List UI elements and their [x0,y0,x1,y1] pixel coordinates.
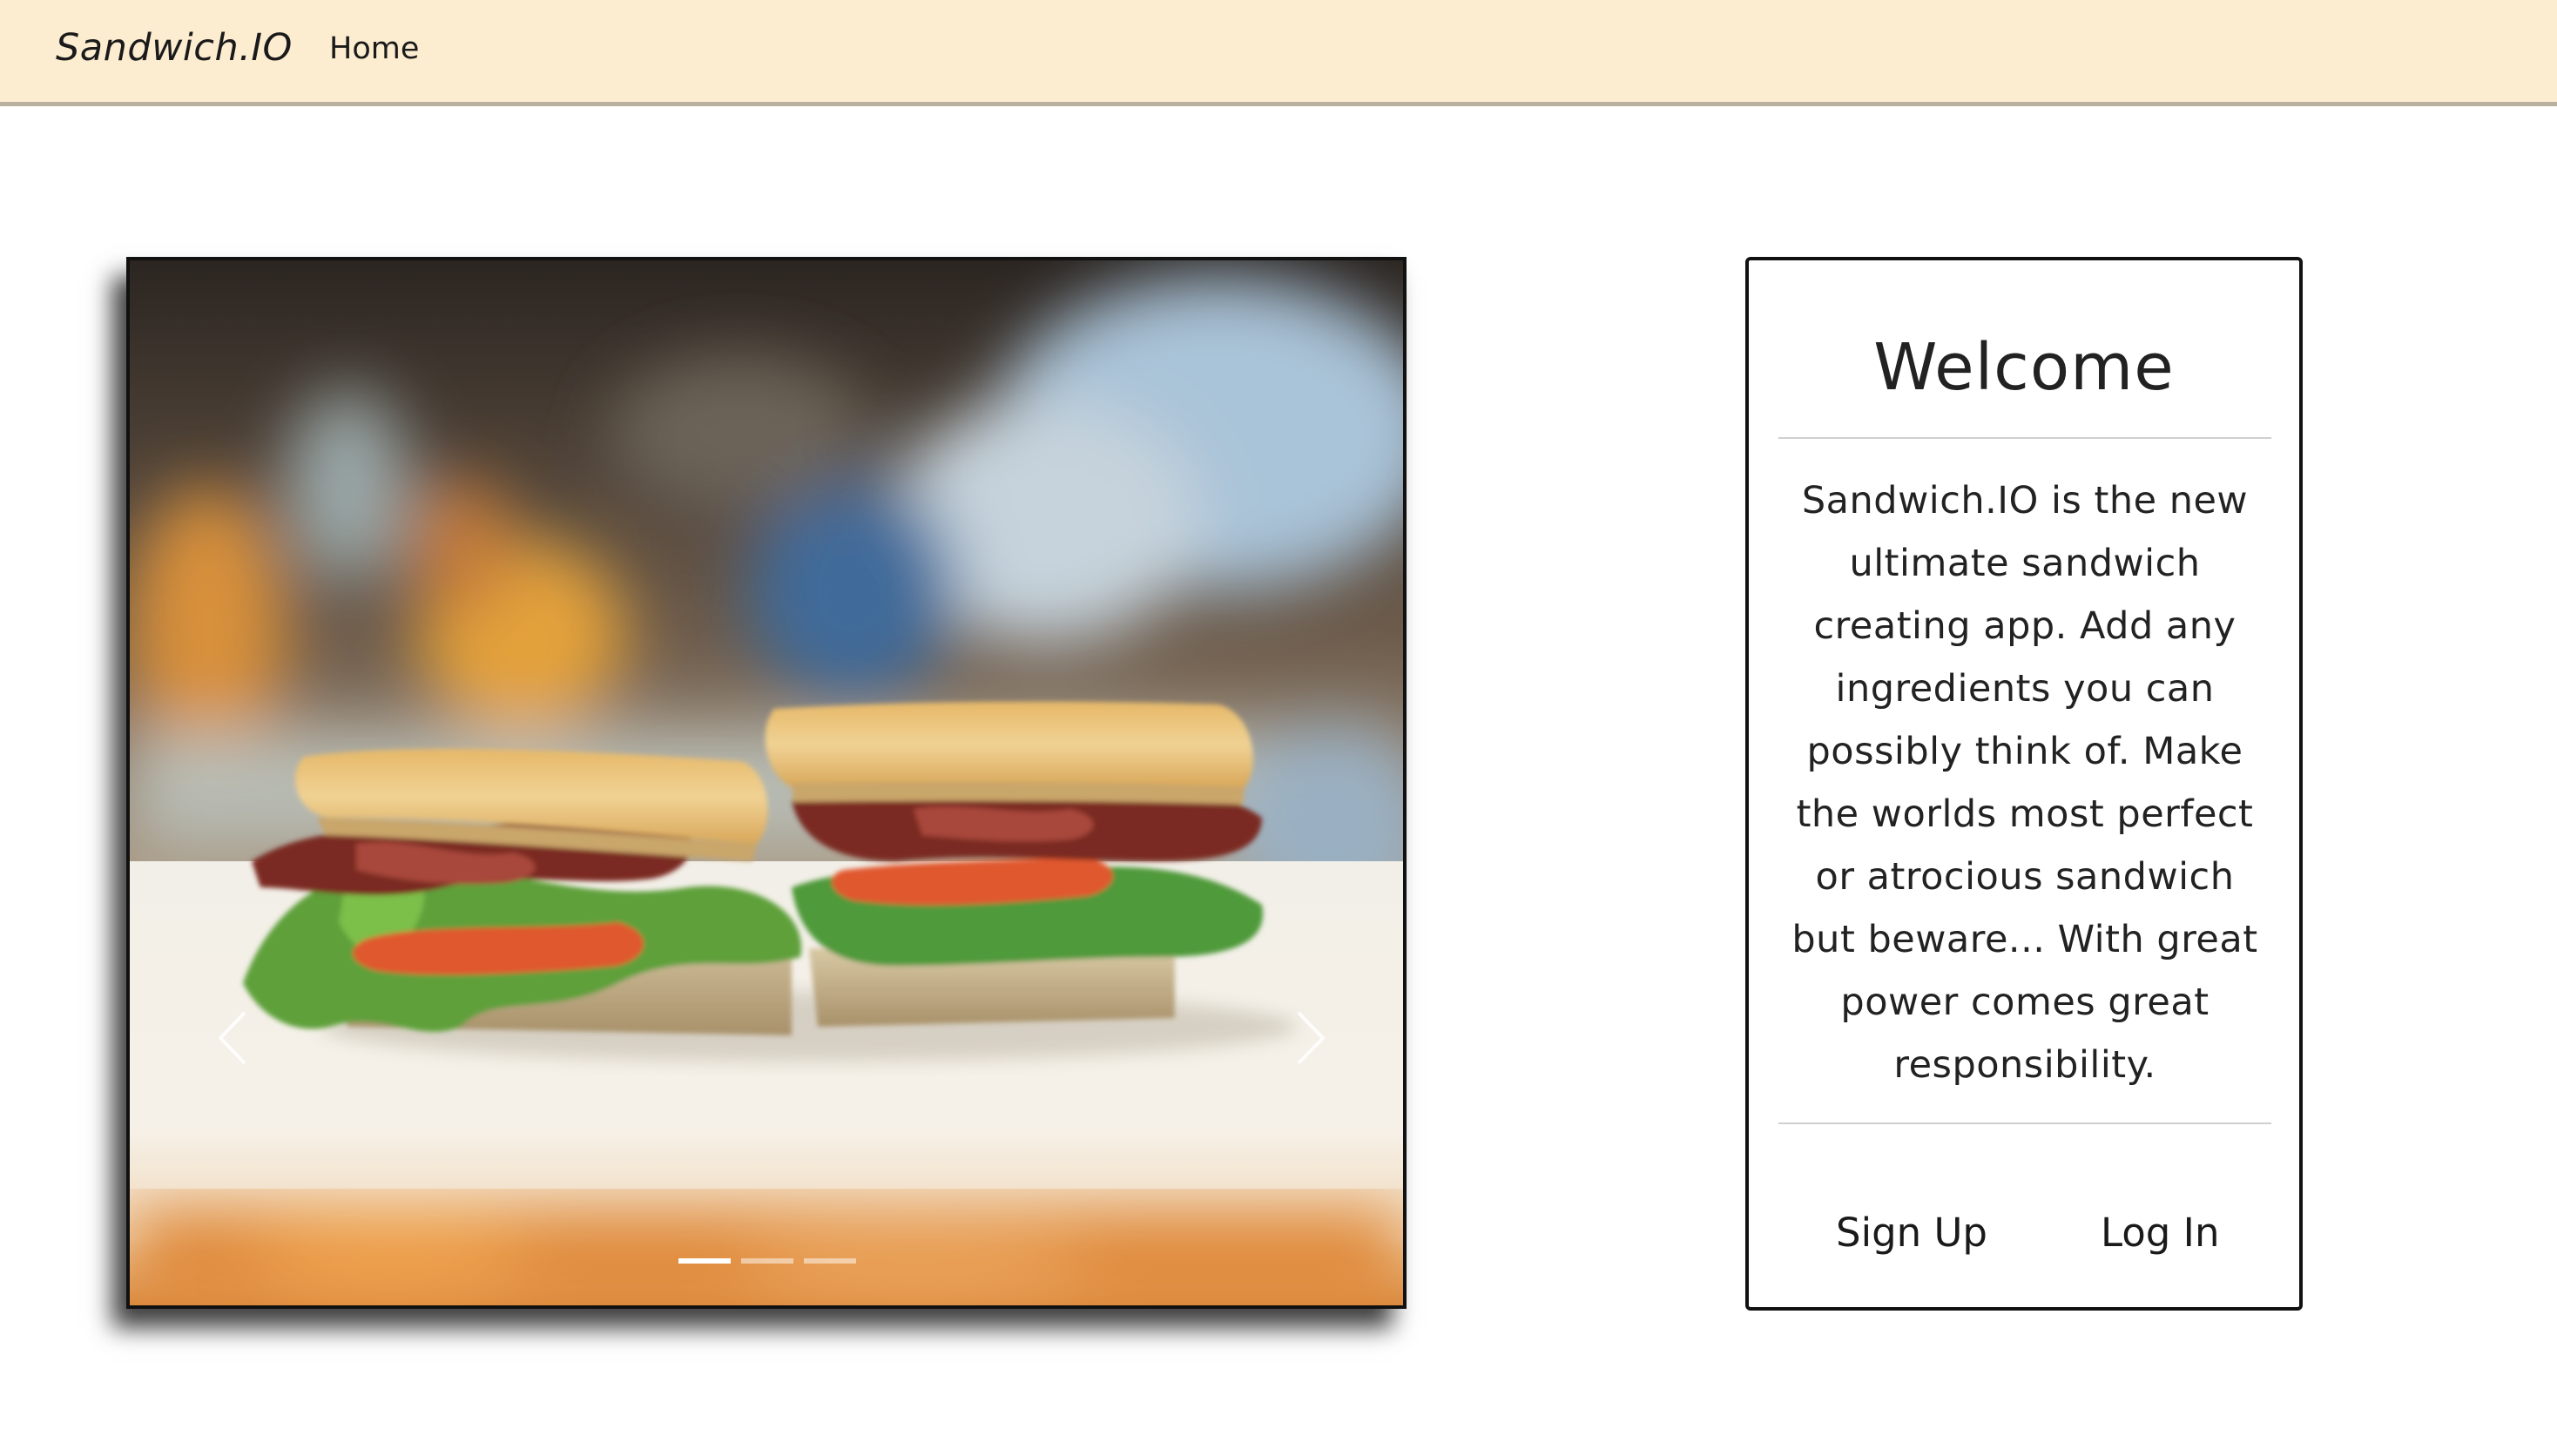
top-navbar: Sandwich.IO Home [0,0,2557,106]
carousel-indicators [678,1258,856,1264]
brand-logo[interactable]: Sandwich.IO [56,26,293,70]
nav-link-home[interactable]: Home [329,31,419,66]
carousel-prev-icon[interactable] [213,1008,253,1068]
sign-up-link[interactable]: Sign Up [1836,1210,1987,1256]
log-in-link[interactable]: Log In [2101,1210,2219,1256]
image-carousel [126,257,1407,1309]
carousel-indicator-3[interactable] [804,1258,856,1264]
carousel-next-icon[interactable] [1290,1008,1330,1068]
card-divider [1778,437,2271,439]
welcome-description: Sandwich.IO is the new ultimate sandwich… [1791,479,2258,1087]
welcome-title: Welcome [1873,330,2175,405]
sandwich-photo [130,260,1403,1305]
carousel-indicator-2[interactable] [741,1258,793,1264]
carousel-indicator-1[interactable] [678,1258,731,1264]
welcome-card: Welcome Sandwich.IO is the new ultimate … [1745,257,2303,1311]
card-divider [1778,1122,2271,1124]
